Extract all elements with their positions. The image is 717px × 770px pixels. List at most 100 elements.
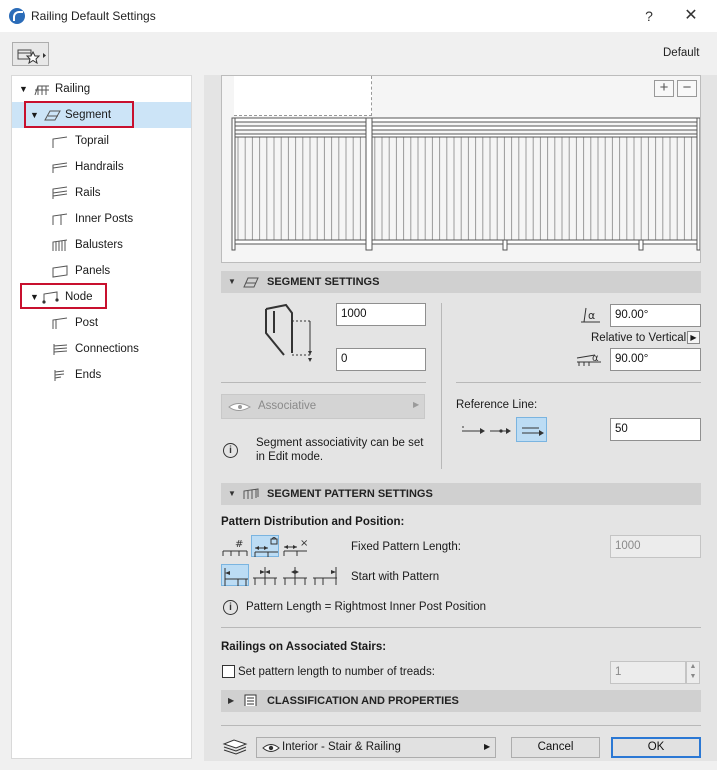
toprail-icon	[52, 136, 68, 148]
pattern-start-left-icon	[224, 568, 248, 586]
section-title: SEGMENT PATTERN SETTINGS	[267, 488, 433, 500]
ok-button[interactable]: OK	[611, 737, 701, 758]
segment-pattern-settings-header[interactable]: ▼ SEGMENT PATTERN SETTINGS	[221, 483, 701, 505]
tree-item-rails[interactable]: Rails	[75, 187, 101, 199]
archicad-app-icon	[9, 8, 25, 24]
svg-text:α: α	[592, 353, 599, 364]
tree-item-toprail[interactable]: Toprail	[75, 135, 109, 147]
set-pattern-length-label[interactable]: Set pattern length to number of treads:	[238, 666, 435, 678]
treads-stepper[interactable]: ▲ ▼	[686, 661, 700, 684]
angle-alpha-icon: α	[581, 307, 600, 323]
eye-icon	[262, 744, 280, 752]
railings-on-stairs-label: Railings on Associated Stairs:	[221, 641, 387, 653]
associative-label: Associative	[258, 400, 317, 412]
panels-icon	[52, 265, 68, 278]
slope-angle-input[interactable]: 90.00°	[610, 348, 701, 371]
preview-bottom-rail	[231, 239, 700, 245]
start-with-pattern-label: Start with Pattern	[351, 571, 440, 583]
cancel-button[interactable]: Cancel	[511, 737, 600, 758]
svg-text:α: α	[588, 309, 595, 322]
tree-item-inner-posts[interactable]: Inner Posts	[75, 213, 133, 225]
tree-item-panels[interactable]: Panels	[75, 265, 110, 277]
associative-button[interactable]: Associative ▶	[221, 394, 425, 419]
layer-selector[interactable]: Interior - Stair & Railing ▶	[256, 737, 496, 758]
favorites-button[interactable]	[12, 42, 49, 66]
associativity-info-line1: Segment associativity can be set	[256, 437, 424, 449]
reference-line-right-icon	[522, 427, 544, 436]
section-title: SEGMENT SETTINGS	[267, 276, 380, 288]
tree-item-connections[interactable]: Connections	[75, 343, 139, 355]
preview-inner-post	[365, 117, 373, 251]
window-title: Railing Default Settings	[31, 9, 156, 23]
tree-item-balusters[interactable]: Balusters	[75, 239, 123, 251]
pattern-distribute-icon	[283, 567, 307, 585]
segment-angle-input[interactable]: 90.00°	[610, 304, 701, 327]
layer-value: Interior - Stair & Railing	[282, 741, 401, 753]
ends-icon	[54, 370, 65, 381]
help-button[interactable]: ?	[640, 7, 658, 25]
segment-height-input[interactable]: 1000	[336, 303, 426, 326]
reference-line-left-icon[interactable]	[460, 420, 486, 440]
rails-icon	[52, 186, 68, 199]
collapse-triangle-icon: ▼	[228, 277, 236, 286]
reference-offset-input[interactable]: 50	[610, 418, 701, 441]
info-icon: i	[223, 600, 238, 615]
fixed-length-lock-icon	[254, 537, 278, 557]
tree-item-ends[interactable]: Ends	[75, 369, 101, 381]
pattern-distribution-label: Pattern Distribution and Position:	[221, 516, 405, 528]
favorites-star-icon	[17, 49, 46, 65]
stepper-up-icon[interactable]: ▲	[687, 662, 699, 672]
preview-post-foot	[638, 239, 644, 251]
info-icon: i	[223, 443, 238, 458]
node-highlight-box	[20, 283, 107, 309]
pattern-center-button[interactable]	[251, 564, 279, 586]
fixed-pattern-length-button[interactable]	[251, 535, 279, 557]
post-icon	[52, 317, 68, 329]
treads-count-input[interactable]: 1	[610, 661, 686, 684]
tree-item-post[interactable]: Post	[75, 317, 98, 329]
pattern-count-icon: #	[222, 539, 248, 556]
slope-angle-icon: α	[576, 353, 601, 366]
inner-posts-icon	[52, 213, 68, 225]
tree-item-handrails[interactable]: Handrails	[75, 161, 124, 173]
pattern-spacing-button[interactable]: ×	[281, 535, 309, 557]
railing-preview[interactable]: + −	[221, 75, 701, 263]
layers-icon	[222, 739, 248, 755]
segment-settings-header[interactable]: ▼ SEGMENT SETTINGS	[221, 271, 701, 293]
railing-height-diagram-icon	[265, 303, 312, 362]
relative-dropdown-arrow-icon[interactable]: ▶	[687, 331, 700, 344]
segment-offset-input[interactable]: 0	[336, 348, 426, 371]
fixed-pattern-length-label: Fixed Pattern Length:	[351, 541, 461, 553]
reference-line-center-icon[interactable]	[488, 420, 514, 440]
submenu-arrow-icon: ▶	[413, 400, 420, 409]
reference-line-right-button[interactable]	[516, 417, 547, 442]
railing-icon	[34, 85, 49, 96]
classification-header[interactable]: ▶ CLASSIFICATION AND PROPERTIES	[221, 690, 701, 712]
preview-post-foot	[502, 239, 508, 251]
fixed-pattern-length-input[interactable]: 1000	[610, 535, 701, 558]
stepper-down-icon[interactable]: ▼	[687, 672, 699, 682]
horizontal-divider	[221, 382, 426, 383]
horizontal-divider	[221, 627, 701, 628]
section-title: CLASSIFICATION AND PROPERTIES	[267, 695, 459, 707]
pattern-distribute-button[interactable]	[281, 564, 309, 586]
document-list-icon	[244, 694, 257, 706]
svg-text:#: #	[235, 539, 243, 550]
set-pattern-length-checkbox[interactable]	[222, 665, 235, 678]
tree-item-railing[interactable]: Railing	[55, 83, 90, 95]
preview-toprail	[231, 117, 700, 123]
relative-to-vertical-label[interactable]: Relative to Vertical	[591, 332, 686, 344]
pattern-number-button[interactable]: #	[221, 535, 249, 557]
chevron-down-icon[interactable]: ▼	[19, 84, 29, 96]
balusters-icon	[52, 239, 68, 251]
associative-eye-icon	[228, 403, 251, 411]
handrails-icon	[52, 162, 68, 173]
connections-icon	[53, 344, 68, 355]
default-label: Default	[663, 47, 700, 59]
close-button[interactable]: ✕	[681, 6, 701, 26]
horizontal-divider	[221, 725, 701, 726]
pattern-start-left-button[interactable]	[221, 564, 249, 586]
expand-triangle-icon: ▶	[228, 696, 235, 705]
collapse-triangle-icon: ▼	[228, 489, 236, 498]
pattern-start-right-button[interactable]	[311, 564, 339, 586]
